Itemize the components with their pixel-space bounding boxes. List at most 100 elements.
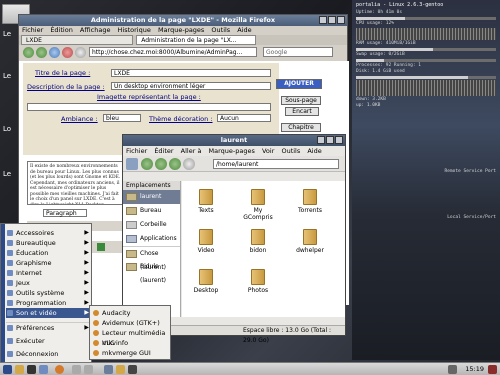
search-box[interactable]: Google <box>263 47 333 57</box>
back-icon[interactable] <box>23 47 34 58</box>
path-input[interactable]: /home/laurent <box>213 159 339 169</box>
menu-item-graphisme[interactable]: Graphisme ▶ <box>6 258 92 268</box>
folder-item[interactable]: Texts <box>186 189 226 214</box>
menu-historique[interactable]: Historique <box>118 26 151 34</box>
forward-icon[interactable] <box>36 47 47 58</box>
task-icon[interactable] <box>104 365 113 374</box>
place-item[interactable]: Applications <box>123 232 180 246</box>
task-icon[interactable] <box>116 365 125 374</box>
menu-item-bureautique[interactable]: Bureautique ▶ <box>6 238 92 248</box>
menu-launcher-icon[interactable] <box>3 365 12 374</box>
place-item[interactable]: Chose (laurent) <box>123 246 180 271</box>
desktop-icon-label[interactable]: Lo <box>3 125 11 133</box>
menu-outils[interactable]: Outils <box>211 26 230 34</box>
submenu-item-vlc[interactable]: Lecteur multimédia VLC <box>91 328 170 347</box>
folder-item[interactable]: Desktop <box>186 269 226 294</box>
folder-item[interactable]: bidon <box>238 229 278 254</box>
menu-voir[interactable]: Voir <box>262 147 274 155</box>
folder-icon <box>251 229 265 245</box>
menu-outils[interactable]: Outils <box>281 147 300 155</box>
folder-item[interactable]: Photos <box>238 269 278 294</box>
menu-aide[interactable]: Aide <box>307 147 321 155</box>
home-icon[interactable] <box>75 47 86 58</box>
menu-fichier[interactable]: Fichier <box>22 26 43 34</box>
place-item[interactable]: Bidule (laurent) <box>123 260 180 284</box>
menu-item-preferences[interactable]: Préférences ▶ <box>6 322 92 332</box>
menu-aide[interactable]: Aide <box>237 26 251 34</box>
image-input[interactable] <box>27 103 271 111</box>
menu-marque-pages[interactable]: Marque-pages <box>158 26 204 34</box>
menu-editer[interactable]: Éditer <box>154 147 173 155</box>
menu-marque-pages[interactable]: Marque-pages <box>209 147 255 155</box>
menu-item-outils-systeme[interactable]: Outils système ▶ <box>6 288 92 298</box>
paragraph-select[interactable]: Paragraph <box>43 209 87 217</box>
place-item[interactable]: Corbeille <box>123 218 180 232</box>
workspace-icon[interactable] <box>72 365 81 374</box>
minimize-button[interactable] <box>317 136 325 144</box>
file-manager-icon[interactable] <box>15 365 24 374</box>
description-input[interactable]: Un desktop environment léger <box>111 82 271 90</box>
firefox-titlebar[interactable]: Administration de la page "LXDE" - Mozil… <box>19 15 347 26</box>
menu-fichier[interactable]: Fichier <box>126 147 147 155</box>
reload-icon[interactable] <box>49 47 60 58</box>
subpage-button[interactable]: Sous-page <box>281 96 321 105</box>
url-bar[interactable]: http://chose.chez.moi:8000/Albumine/Admi… <box>89 47 257 57</box>
chapter-button[interactable]: Chapitre <box>281 123 321 132</box>
menu-item-accessoires[interactable]: Accessoires ▶ <box>6 228 92 238</box>
article-editor[interactable]: Il existe de nombreux environnements de … <box>27 161 125 205</box>
desktop-icon-label[interactable]: Le <box>3 72 11 80</box>
back-icon[interactable] <box>141 158 153 170</box>
folder-item[interactable]: My GCompris <box>238 189 278 221</box>
forward-icon[interactable] <box>155 158 167 170</box>
workspace-icon[interactable] <box>84 365 93 374</box>
menu-item-internet[interactable]: Internet ▶ <box>6 268 92 278</box>
menu-item-education[interactable]: Éducation ▶ <box>6 248 92 258</box>
home-icon[interactable] <box>183 158 195 170</box>
terminal-icon[interactable] <box>27 365 36 374</box>
menu-item-son-et-video[interactable]: Son et vidéo ▶ <box>6 308 92 318</box>
new-tab-icon[interactable] <box>126 158 138 170</box>
tab-lxde[interactable]: LXDE <box>21 35 133 45</box>
theme-select[interactable]: Aucun <box>217 114 271 122</box>
menu-item-label: Internet <box>16 269 42 277</box>
desktop-icon-label[interactable]: Le <box>3 30 11 38</box>
menu-item-jeux[interactable]: Jeux ▶ <box>6 278 92 288</box>
folder-item[interactable]: dwhelper <box>290 229 330 254</box>
place-item[interactable]: Bureau <box>123 204 180 218</box>
menu-affichage[interactable]: Affichage <box>80 26 111 34</box>
submenu-item-mkvinfo[interactable]: mkvinfo <box>91 338 170 348</box>
maximize-button[interactable] <box>328 16 336 24</box>
minimize-button[interactable] <box>319 16 327 24</box>
title-input[interactable]: LXDE <box>111 69 271 77</box>
close-button[interactable] <box>335 136 343 144</box>
folder-item[interactable]: Torrents <box>290 189 330 214</box>
ambiance-select[interactable]: bleu <box>103 114 141 122</box>
add-button[interactable]: AJOUTER <box>276 79 322 89</box>
menu-item-deconnexion[interactable]: Déconnexion <box>6 349 92 359</box>
menu-item-executer[interactable]: Exécuter <box>6 336 92 346</box>
submenu-item-avidemux[interactable]: Avidemux (GTK+) <box>91 318 170 328</box>
desktop-icon[interactable] <box>39 365 48 374</box>
folder-item[interactable]: Video <box>186 229 226 254</box>
close-button[interactable] <box>337 16 345 24</box>
play-icon[interactable] <box>97 243 105 251</box>
submenu-item-audacity[interactable]: Audacity <box>91 308 170 318</box>
tab-admin[interactable]: Administration de la page "LX... <box>136 35 257 45</box>
menu-edition[interactable]: Édition <box>50 26 73 34</box>
firefox-icon[interactable] <box>55 365 64 374</box>
arrow-right-icon: ▶ <box>84 279 89 286</box>
place-item[interactable]: laurent <box>123 190 180 204</box>
submenu-item-mkvmerge[interactable]: mkvmerge GUI <box>91 348 170 358</box>
stop-icon[interactable] <box>62 47 73 58</box>
maximize-button[interactable] <box>326 136 334 144</box>
menu-aller-a[interactable]: Aller à <box>181 147 202 155</box>
desktop-icon-label[interactable]: Le <box>3 170 11 178</box>
file-manager-titlebar[interactable]: laurent <box>123 135 345 146</box>
task-icon[interactable] <box>128 365 137 374</box>
logout-icon[interactable] <box>488 365 497 374</box>
volume-icon[interactable] <box>448 365 457 374</box>
insert-button[interactable]: Encart <box>285 107 319 116</box>
up-icon[interactable] <box>169 158 181 170</box>
clock[interactable]: 15:19 <box>465 364 484 375</box>
menu-item-programmation[interactable]: Programmation ▶ <box>6 298 92 308</box>
